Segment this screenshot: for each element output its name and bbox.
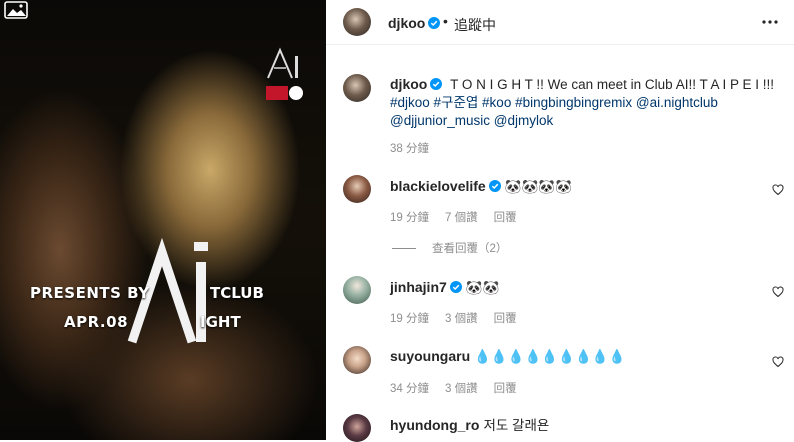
date-text: APR.08 [64,313,129,331]
reply-button[interactable]: 回覆 [494,380,517,396]
comment-meta: 19 分鐘 3 個讚 回覆 [390,310,533,326]
club-text: TCLUB [210,284,264,302]
comment-timestamp[interactable]: 19 分鐘 [390,209,429,225]
author-avatar[interactable] [343,8,371,36]
verified-badge-icon [430,78,443,90]
comment-line: jinhajin7 🐼🐼 [390,278,499,297]
verified-badge-icon [449,281,462,293]
caption-avatar[interactable] [343,74,371,102]
caption-username[interactable]: djkoo [390,76,427,92]
caption-timestamp[interactable]: 38 分鐘 [390,140,429,156]
view-replies-button[interactable]: 查看回覆（2） [392,240,507,256]
reply-button[interactable]: 回覆 [494,310,517,326]
commenter-username[interactable]: suyoungaru [390,348,470,364]
commenter-username[interactable]: jinhajin7 [390,279,447,295]
comment-text: 저도 갈래욘 [483,418,550,433]
comment-timestamp[interactable]: 19 分鐘 [390,310,429,326]
view-replies-label: 查看回覆（2） [432,243,508,255]
comment-meta: 19 分鐘 7 個讚 回覆 [390,209,533,225]
verified-badge-icon [428,17,441,29]
reply-button[interactable]: 回覆 [494,209,517,225]
commenter-username[interactable]: hyundong_ro [390,417,479,433]
commenter-avatar[interactable] [343,175,371,203]
commenter-username[interactable]: blackielovelife [390,178,486,194]
replies-divider [392,248,416,250]
comment-line: blackielovelife 🐼🐼🐼🐼 [390,177,572,196]
comment-text: 🐼🐼 [465,280,500,295]
commenter-avatar[interactable] [343,414,371,442]
post-media[interactable]: PRESENTS BY TCLUB APR.08 IGHT [0,0,326,440]
comment-likes[interactable]: 3 個讚 [445,380,478,396]
comment-line: suyoungaru 💧💧💧💧💧💧💧💧💧 [390,347,625,366]
post-header: djkoo • 追蹤中 [326,0,794,45]
comment-likes[interactable]: 7 個讚 [445,209,478,225]
caption-text: T O N I G H T !! We can meet in Club AI!… [450,77,774,92]
heart-icon[interactable] [772,184,784,196]
night-text: IGHT [200,313,241,331]
heart-icon[interactable] [772,286,784,298]
comment-text: 💧💧💧💧💧💧💧💧💧 [474,349,626,364]
verified-badge-icon [488,180,501,192]
commenter-avatar[interactable] [343,276,371,304]
following-button[interactable]: 追蹤中 [454,15,496,35]
author-name-wrap: djkoo [388,15,441,33]
post-panel: djkoo • 追蹤中 djkoo T O N I G H T !! We ca… [326,0,794,442]
heart-icon[interactable] [772,356,784,368]
separator-dot: • [443,13,448,29]
image-gallery-icon[interactable] [2,0,30,20]
comment-text: 🐼🐼🐼🐼 [504,179,572,194]
author-username[interactable]: djkoo [388,15,425,31]
comment-line: hyundong_ro 저도 갈래욘 [390,416,549,435]
caption-tags[interactable]: #djkoo #구준엽 #koo #bingbingbingremix @ai.… [390,95,718,128]
more-options-icon[interactable] [758,12,782,32]
club-ai-logo [266,47,303,100]
commenter-avatar[interactable] [343,346,371,374]
comment-meta: 34 分鐘 3 個讚 回覆 [390,380,533,396]
comment-timestamp[interactable]: 34 分鐘 [390,380,429,396]
post-caption: djkoo T O N I G H T !! We can meet in Cl… [390,75,782,130]
comment-likes[interactable]: 3 個讚 [445,310,478,326]
presents-text: PRESENTS BY [30,284,150,302]
